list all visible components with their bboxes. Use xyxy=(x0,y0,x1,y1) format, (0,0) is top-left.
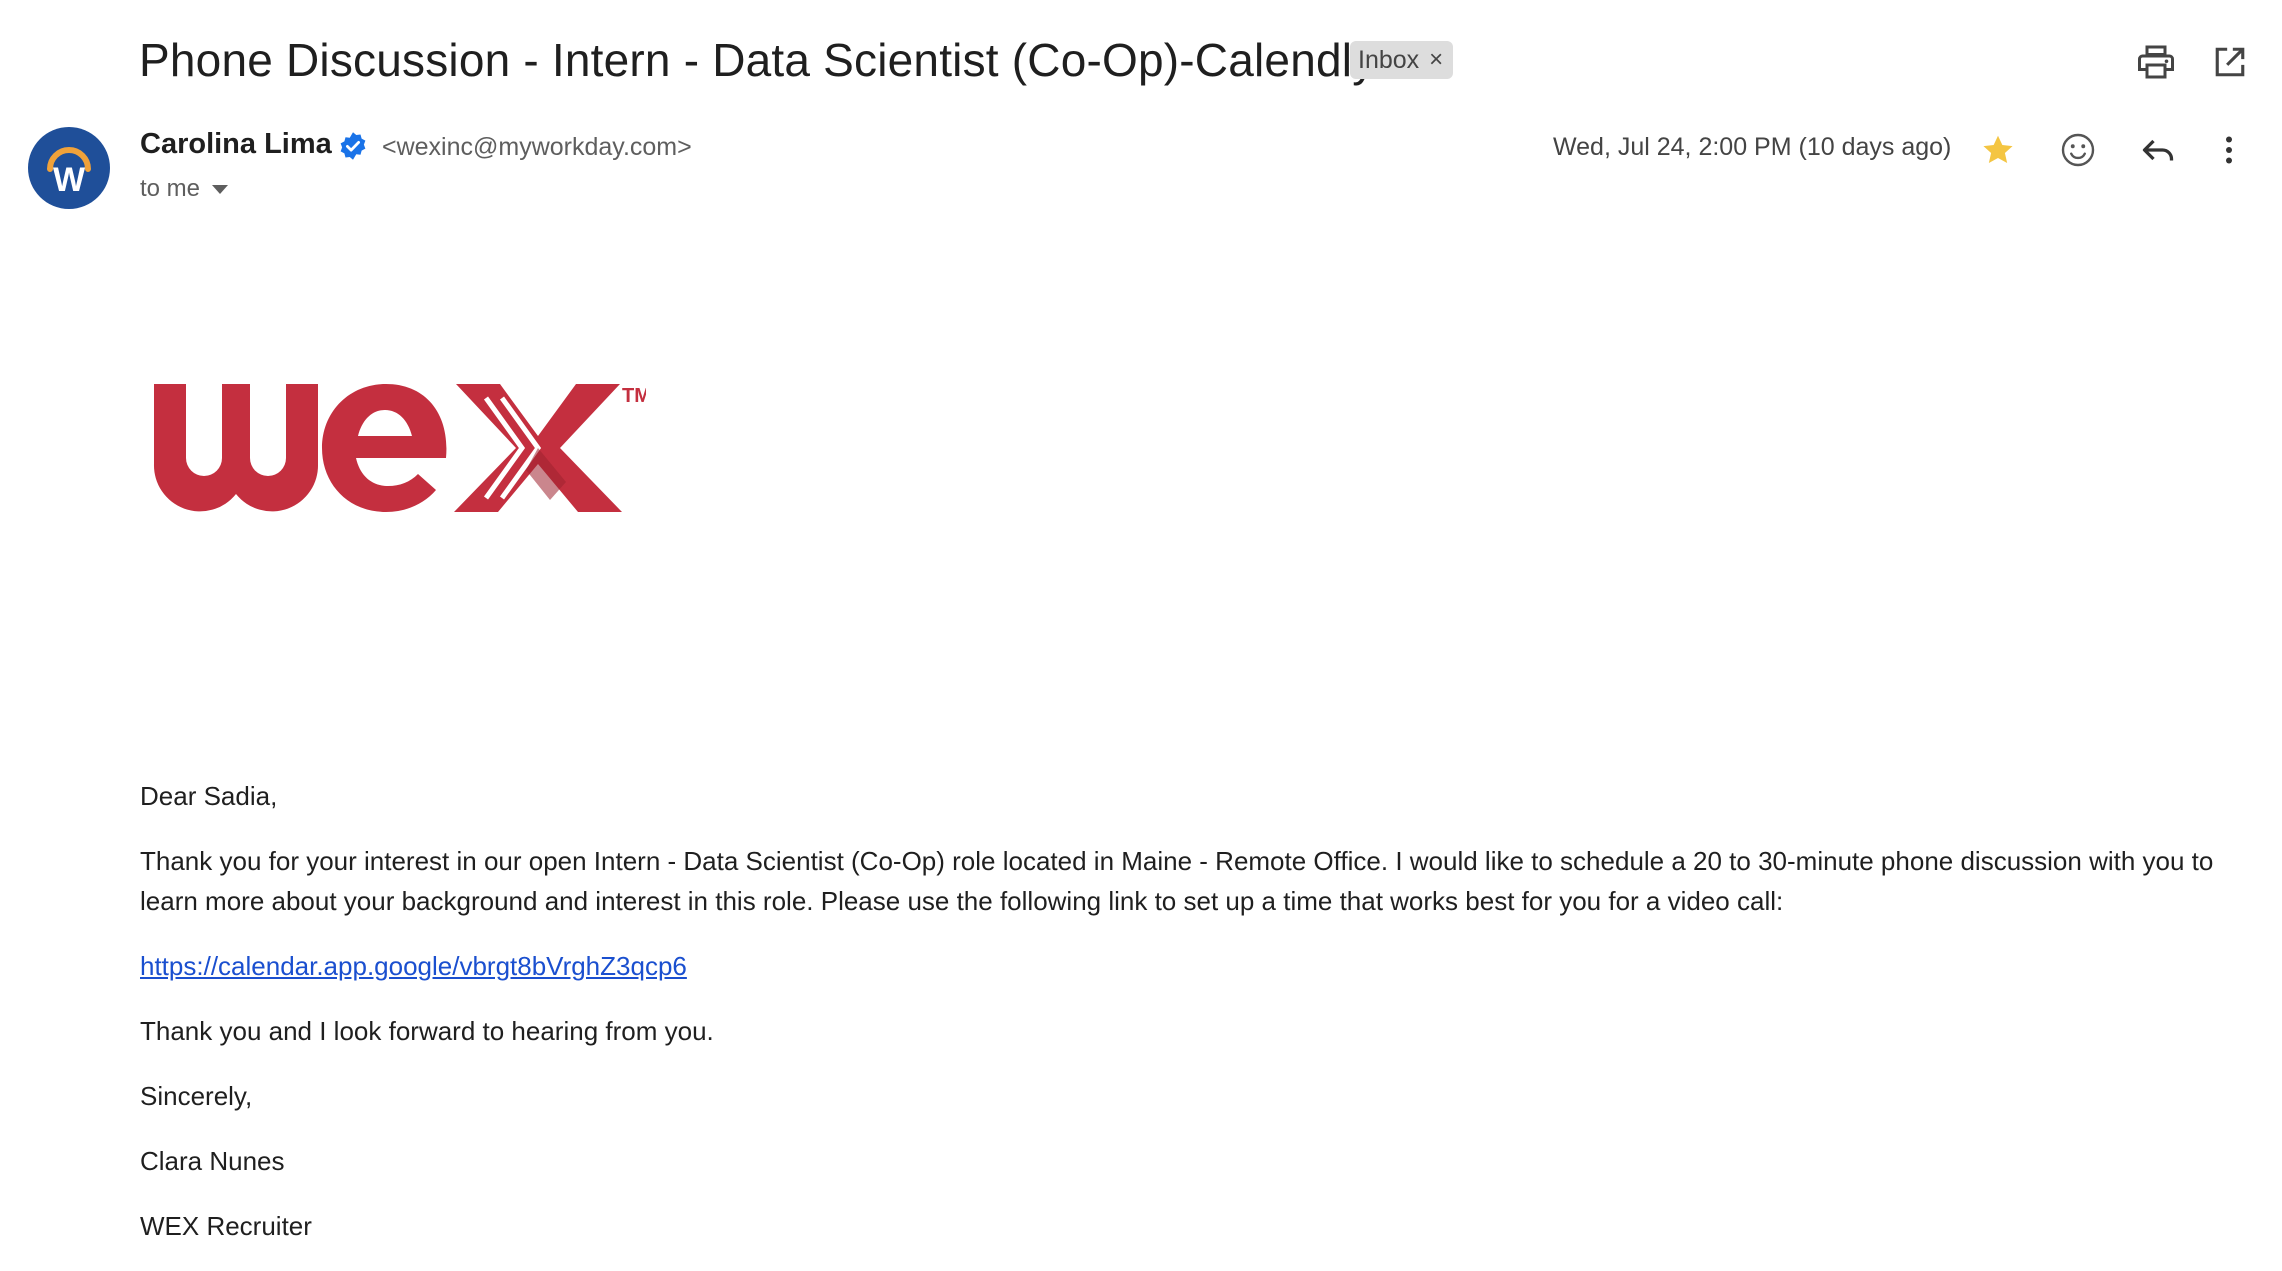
open-in-new-window-icon xyxy=(2215,47,2245,77)
sender-avatar[interactable]: W xyxy=(28,127,110,209)
star-button[interactable] xyxy=(1974,126,2022,174)
recipient-label: to me xyxy=(140,175,201,202)
signature-title: WEX Recruiter xyxy=(140,1211,312,1241)
avatar-letter: W xyxy=(53,161,86,199)
reply-icon xyxy=(2142,139,2174,161)
inbox-label-chip: Inbox × xyxy=(1350,41,1454,79)
recipient-details-toggle[interactable]: to me xyxy=(140,175,229,203)
greeting: Dear Sadia, xyxy=(140,781,278,811)
signature-name: Clara Nunes xyxy=(140,1146,285,1176)
email-body: Dear Sadia, Thank you for your interest … xyxy=(140,776,2230,1271)
sender-name[interactable]: Carolina Lima xyxy=(140,128,332,161)
wex-logo: TM xyxy=(153,384,646,512)
reply-button[interactable] xyxy=(2134,126,2182,174)
star-icon xyxy=(1983,135,2013,164)
print-button[interactable] xyxy=(2134,40,2178,84)
add-reaction-button[interactable] xyxy=(2054,126,2102,174)
logo-trademark: TM xyxy=(622,385,646,407)
calendar-link[interactable]: https://calendar.app.google/vbrgt8bVrghZ… xyxy=(140,951,687,981)
body-paragraph-2: Thank you and I look forward to hearing … xyxy=(140,1016,714,1046)
remove-label-button[interactable]: × xyxy=(1429,46,1443,74)
sender-email: <wexinc@myworkday.com> xyxy=(382,133,692,161)
email-subject: Phone Discussion - Intern - Data Scienti… xyxy=(139,34,1376,86)
verified-badge-icon xyxy=(340,132,366,160)
more-options-button[interactable] xyxy=(2205,126,2253,174)
print-icon xyxy=(2138,45,2174,79)
open-in-new-window-button[interactable] xyxy=(2208,40,2252,84)
closing: Sincerely, xyxy=(140,1081,253,1111)
emoji-reaction-icon xyxy=(2061,133,2095,167)
body-paragraph-1: Thank you for your interest in our open … xyxy=(140,846,2214,916)
more-vert-icon xyxy=(2226,136,2232,164)
email-date: Wed, Jul 24, 2:00 PM (10 days ago) xyxy=(1553,133,1952,161)
inbox-label-text: Inbox xyxy=(1358,45,1420,74)
workday-logo-icon: W xyxy=(47,147,91,199)
chevron-down-icon xyxy=(212,184,229,194)
